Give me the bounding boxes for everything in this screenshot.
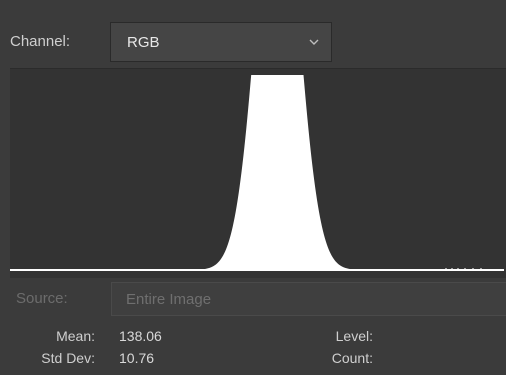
chevron-down-icon bbox=[309, 39, 319, 45]
source-dropdown-value: Entire Image bbox=[126, 291, 212, 308]
channel-dropdown[interactable]: RGB bbox=[110, 22, 332, 62]
statistics: Mean: 138.06 Std Dev: 10.76 Level: Count… bbox=[0, 324, 506, 375]
channel-dropdown-value: RGB bbox=[127, 34, 160, 51]
channel-label: Channel: bbox=[10, 33, 71, 50]
count-label: Count: bbox=[331, 350, 373, 366]
histogram-plot bbox=[10, 75, 504, 271]
histogram-speck bbox=[457, 268, 459, 269]
std-dev-value: 10.76 bbox=[119, 350, 155, 366]
source-dropdown: Entire Image bbox=[111, 282, 506, 316]
mean-value: 138.06 bbox=[119, 328, 162, 344]
histogram-baseline bbox=[10, 269, 504, 271]
histogram-speck bbox=[480, 268, 482, 269]
histogram-distribution bbox=[10, 75, 504, 270]
histogram-speck bbox=[464, 268, 466, 269]
histogram-panel: Channel: RGB Source: Entire Image Mean: … bbox=[0, 0, 506, 375]
mean-label: Mean: bbox=[56, 328, 95, 344]
source-label: Source: bbox=[16, 290, 68, 307]
std-dev-label: Std Dev: bbox=[41, 350, 95, 366]
histogram-speck bbox=[445, 268, 447, 269]
source-row: Source: Entire Image bbox=[0, 282, 506, 318]
histogram-chart[interactable] bbox=[10, 68, 506, 278]
level-label: Level: bbox=[335, 328, 373, 344]
histogram-speck bbox=[472, 268, 474, 269]
channel-row: Channel: RGB bbox=[0, 22, 506, 62]
histogram-speck bbox=[451, 268, 453, 269]
